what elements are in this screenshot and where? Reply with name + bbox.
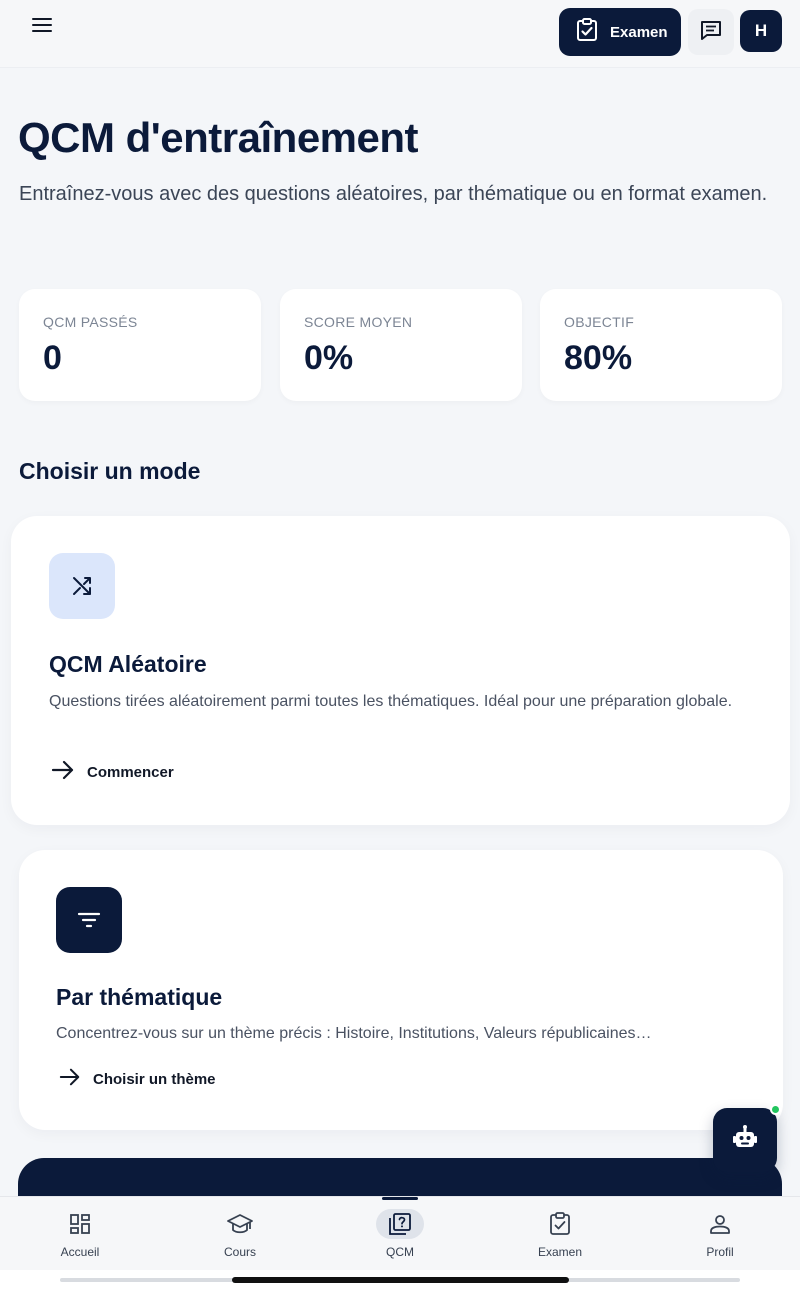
stat-label: SCORE MOYEN [304, 314, 413, 330]
page-title: QCM d'entraînement [18, 114, 419, 161]
page-subtitle: Entraînez-vous avec des questions aléato… [19, 183, 768, 205]
stat-value: 80% [564, 339, 633, 377]
stat-label: QCM PASSÉS [43, 314, 138, 330]
active-indicator [382, 1197, 418, 1200]
nav-label: QCM [386, 1245, 414, 1259]
nav-item-accueil[interactable]: Accueil [0, 1197, 160, 1271]
nav-label: Profil [706, 1245, 734, 1259]
choose-theme-button[interactable]: Choisir un thème [59, 1066, 216, 1092]
person-icon [696, 1209, 744, 1239]
start-button-label: Commencer [87, 763, 174, 781]
assistant-button[interactable] [713, 1108, 777, 1172]
choose-theme-label: Choisir un thème [93, 1070, 216, 1088]
stat-card-score-moyen: SCORE MOYEN 0% [280, 289, 522, 401]
mode-title: Par thématique [56, 984, 223, 1010]
shuffle-icon [49, 553, 115, 619]
mode-description: Concentrez-vous sur un thème précis : Hi… [56, 1025, 652, 1042]
avatar[interactable]: H [740, 10, 782, 52]
mode-card-theme[interactable]: Par thématique Concentrez-vous sur un th… [19, 850, 783, 1130]
robot-icon [731, 1124, 759, 1157]
graduation-cap-icon [216, 1209, 264, 1239]
chat-button[interactable] [688, 9, 734, 55]
start-button[interactable]: Commencer [51, 759, 174, 785]
nav-item-cours[interactable]: Cours [160, 1197, 320, 1271]
top-app-bar: Examen H [0, 0, 800, 68]
stat-value: 0% [304, 339, 354, 377]
quiz-icon [376, 1209, 424, 1239]
filter-icon [56, 887, 122, 953]
stat-value: 0 [43, 339, 62, 377]
home-indicator [0, 1270, 800, 1290]
nav-item-qcm[interactable]: QCM [320, 1197, 480, 1271]
dashboard-icon [56, 1209, 104, 1239]
nav-label: Cours [223, 1245, 256, 1259]
exam-button-label: Examen [610, 23, 668, 41]
nav-label: Accueil [60, 1245, 100, 1259]
home-indicator-handle[interactable] [232, 1277, 569, 1283]
bottom-navigation: Accueil Cours QCM Examen Profil [0, 1196, 800, 1270]
section-title-modes: Choisir un mode [19, 458, 201, 484]
arrow-right-icon [59, 1066, 81, 1092]
exam-button[interactable]: Examen [560, 9, 680, 55]
mode-title: QCM Aléatoire [49, 651, 207, 677]
stat-card-qcm-passes: QCM PASSÉS 0 [19, 289, 261, 401]
nav-item-profil[interactable]: Profil [640, 1197, 800, 1271]
nav-label: Examen [537, 1245, 583, 1259]
arrow-right-icon [51, 759, 75, 785]
clipboard-check-icon [576, 18, 598, 46]
stat-card-objectif: OBJECTIF 80% [540, 289, 782, 401]
stat-label: OBJECTIF [564, 314, 635, 330]
clipboard-check-icon [536, 1209, 584, 1239]
mode-card-random[interactable]: QCM Aléatoire Questions tirées aléatoire… [11, 516, 790, 825]
mode-description: Questions tirées aléatoirement parmi tou… [49, 693, 733, 710]
message-icon [699, 18, 723, 47]
nav-item-examen[interactable]: Examen [480, 1197, 640, 1271]
online-status-dot [770, 1104, 781, 1115]
menu-icon[interactable] [26, 14, 58, 42]
